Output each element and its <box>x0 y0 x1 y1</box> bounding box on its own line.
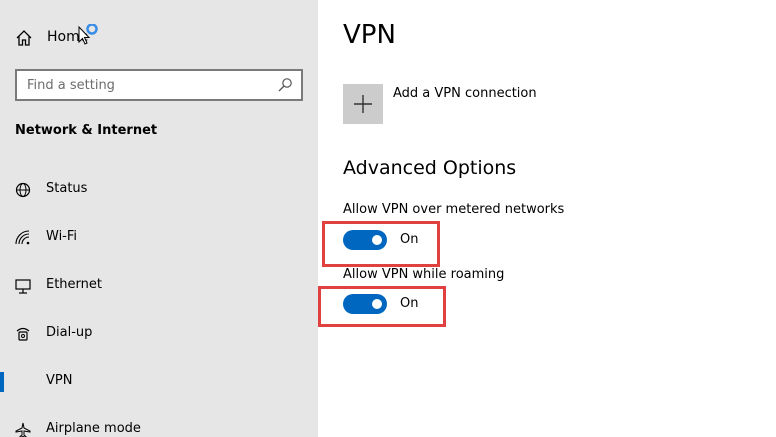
sidebar: Home Network & Internet Status Wi-Fi <box>0 0 318 437</box>
main-content: VPN Add a VPN connection Advanced Option… <box>318 0 776 437</box>
status-globe-icon <box>15 182 31 198</box>
sidebar-item-vpn[interactable]: VPN <box>0 362 318 402</box>
selected-indicator <box>0 372 4 392</box>
sidebar-item-label: Airplane mode <box>46 421 141 436</box>
dial-up-icon <box>16 327 30 341</box>
roaming-toggle-row: On <box>343 294 463 316</box>
advanced-options-heading: Advanced Options <box>343 157 517 179</box>
sidebar-item-wifi[interactable]: Wi-Fi <box>0 218 318 258</box>
sidebar-item-dial-up[interactable]: Dial-up <box>0 314 318 354</box>
airplane-icon <box>15 422 31 437</box>
toggle-state-label: On <box>400 232 419 247</box>
toggle-knob <box>372 235 382 245</box>
roaming-label: Allow VPN while roaming <box>343 267 505 282</box>
metered-networks-toggle-row: On <box>343 230 463 252</box>
ethernet-icon <box>15 279 31 294</box>
search-icon[interactable] <box>277 77 293 93</box>
search-box[interactable] <box>15 69 303 101</box>
sidebar-item-label: Wi-Fi <box>46 229 78 244</box>
metered-networks-toggle[interactable] <box>343 230 387 250</box>
plus-icon <box>354 95 372 113</box>
roaming-toggle[interactable] <box>343 294 387 314</box>
sidebar-item-label: VPN <box>46 373 73 388</box>
add-vpn-connection-button[interactable] <box>343 84 383 124</box>
section-title: Network & Internet <box>15 123 158 138</box>
sidebar-item-ethernet[interactable]: Ethernet <box>0 266 318 306</box>
home-icon <box>16 30 32 46</box>
sidebar-item-label: Status <box>46 181 88 196</box>
search-input[interactable] <box>27 76 267 94</box>
toggle-knob <box>372 299 382 309</box>
add-vpn-connection-label[interactable]: Add a VPN connection <box>393 86 537 101</box>
toggle-state-label: On <box>400 296 419 311</box>
page-title: VPN <box>343 20 396 50</box>
metered-networks-label: Allow VPN over metered networks <box>343 202 565 217</box>
sidebar-item-status[interactable]: Status <box>0 170 318 210</box>
home-nav-item[interactable]: Home <box>0 20 318 56</box>
wifi-icon <box>15 230 30 245</box>
sidebar-item-label: Dial-up <box>46 325 93 340</box>
mouse-cursor-icon <box>78 24 98 45</box>
sidebar-item-airplane-mode[interactable]: Airplane mode <box>0 410 318 437</box>
sidebar-item-label: Ethernet <box>46 277 102 292</box>
